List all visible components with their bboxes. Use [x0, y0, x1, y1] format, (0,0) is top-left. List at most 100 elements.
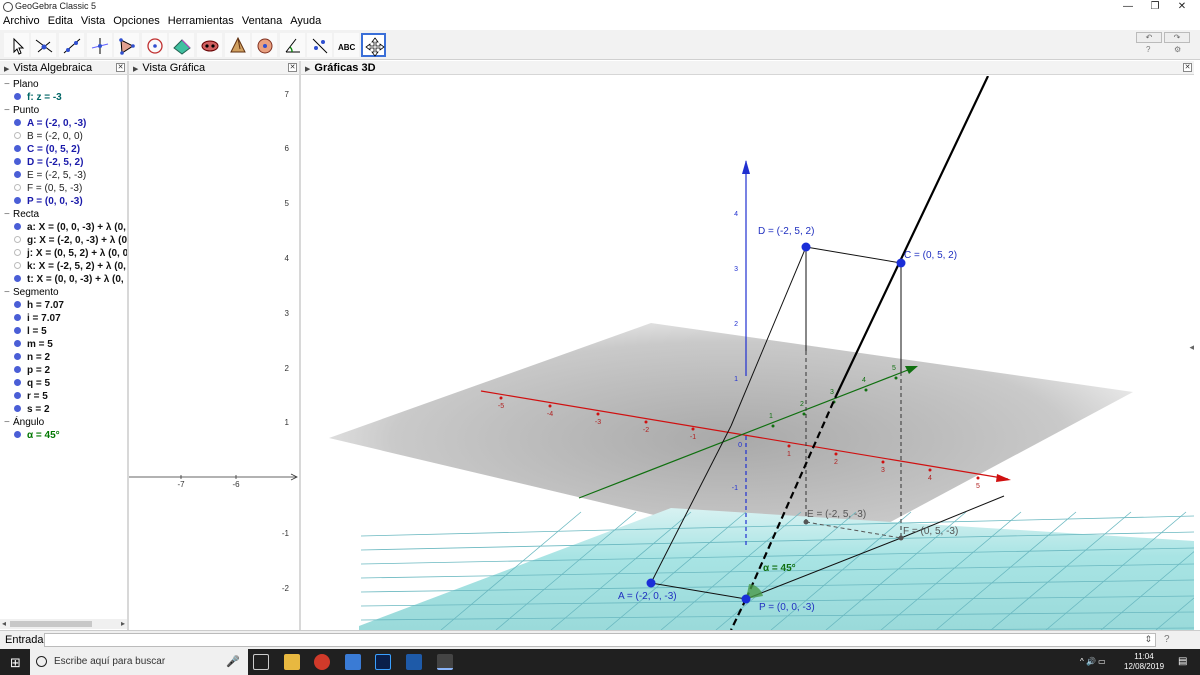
- menu-ventana[interactable]: Ventana: [239, 14, 284, 27]
- visibility-toggle-icon[interactable]: [14, 314, 21, 321]
- menu-opciones[interactable]: Opciones: [110, 14, 161, 27]
- chrome-icon[interactable]: [314, 654, 330, 670]
- collapse-minus-icon[interactable]: −: [4, 286, 13, 299]
- windows-start-icon[interactable]: ⊞: [10, 655, 21, 671]
- algebra-item[interactable]: n = 2: [14, 351, 50, 364]
- algebra-item[interactable]: r = 5: [14, 390, 48, 403]
- collapse-triangle-icon[interactable]: ▶: [305, 63, 310, 77]
- algebra-item[interactable]: a: X = (0, 0, -3) + λ (0,: [14, 221, 126, 234]
- polygon-tool-button[interactable]: [114, 33, 139, 57]
- algebra-item[interactable]: P = (0, 0, -3): [14, 195, 83, 208]
- collapse-minus-icon[interactable]: −: [4, 416, 13, 429]
- algebra-item[interactable]: α = 45°: [14, 429, 60, 442]
- visibility-toggle-icon[interactable]: [14, 145, 21, 152]
- algebra-item[interactable]: h = 7.07: [14, 299, 64, 312]
- algebra-item[interactable]: s = 2: [14, 403, 50, 416]
- perpendicular-tool-button[interactable]: [87, 33, 112, 57]
- algebra-item[interactable]: g: X = (-2, 0, -3) + λ (0: [14, 234, 127, 247]
- taskbar-search-box[interactable]: Escribe aquí para buscar 🎤: [30, 649, 248, 675]
- input-field[interactable]: ⇕: [44, 633, 1156, 647]
- algebra-item[interactable]: k: X = (-2, 5, 2) + λ (0,: [14, 260, 126, 273]
- line-tool-button[interactable]: [59, 33, 84, 57]
- close-graphics3d-view-button[interactable]: ✕: [1183, 63, 1192, 72]
- plane-tool-button[interactable]: [169, 33, 194, 57]
- notifications-icon[interactable]: ▤: [1178, 656, 1187, 667]
- input-expand-icon[interactable]: ⇕: [1144, 634, 1152, 645]
- visibility-toggle-icon[interactable]: [14, 262, 21, 269]
- redo-button[interactable]: ↷: [1164, 32, 1190, 43]
- move-tool-button[interactable]: [4, 33, 29, 57]
- menu-edita[interactable]: Edita: [45, 14, 75, 27]
- undo-button[interactable]: ↶: [1136, 32, 1162, 43]
- expand-sidebar-icon[interactable]: ◂: [1189, 342, 1194, 353]
- visibility-toggle-icon[interactable]: [14, 249, 21, 256]
- algebra-item[interactable]: i = 7.07: [14, 312, 61, 325]
- collapse-triangle-icon[interactable]: ▶: [133, 63, 138, 77]
- algebra-item[interactable]: p = 2: [14, 364, 50, 377]
- task-view-icon[interactable]: [253, 654, 269, 670]
- collapse-minus-icon[interactable]: −: [4, 78, 13, 91]
- algebra-item[interactable]: m = 5: [14, 338, 53, 351]
- menu-ayuda[interactable]: Ayuda: [287, 14, 323, 27]
- sphere-tool-button[interactable]: [252, 33, 277, 57]
- system-tray-icons[interactable]: ^ 🔊 ▭: [1080, 657, 1106, 666]
- photoshop-icon[interactable]: [375, 654, 391, 670]
- visibility-toggle-icon[interactable]: [14, 392, 21, 399]
- menu-archivo[interactable]: Archivo: [0, 14, 42, 27]
- settings-gear-icon[interactable]: ⚙: [1174, 45, 1181, 54]
- file-explorer-icon[interactable]: [284, 654, 300, 670]
- collapse-minus-icon[interactable]: −: [4, 104, 13, 117]
- math-app-icon[interactable]: [406, 654, 422, 670]
- visibility-toggle-icon[interactable]: [14, 366, 21, 373]
- visibility-toggle-icon[interactable]: [14, 379, 21, 386]
- algebra-category[interactable]: − Segmento: [4, 286, 59, 299]
- algebra-item[interactable]: f: z = -3: [14, 91, 62, 104]
- visibility-toggle-icon[interactable]: [14, 93, 21, 100]
- point-tool-button[interactable]: [31, 33, 56, 57]
- graphics-3d-view[interactable]: -5 -4 -3 -2 -1 1 2 3 4 5 1 2 3 4 5 4 3 2 1 -1 0 D = (-2, 5, 2…: [301, 76, 1194, 630]
- visibility-toggle-icon[interactable]: [14, 171, 21, 178]
- visibility-toggle-icon[interactable]: [14, 119, 21, 126]
- collapse-minus-icon[interactable]: −: [4, 208, 13, 221]
- visibility-toggle-icon[interactable]: [14, 340, 21, 347]
- algebra-item[interactable]: l = 5: [14, 325, 47, 338]
- algebra-category[interactable]: − Ángulo: [4, 416, 44, 429]
- input-help-icon[interactable]: ?: [1164, 634, 1170, 645]
- algebra-category[interactable]: − Recta: [4, 208, 39, 221]
- geogebra-taskbar-icon[interactable]: [437, 654, 453, 670]
- collapse-triangle-icon[interactable]: ▶: [4, 63, 9, 77]
- algebra-item[interactable]: D = (-2, 5, 2): [14, 156, 83, 169]
- algebra-item[interactable]: q = 5: [14, 377, 50, 390]
- algebra-item[interactable]: C = (0, 5, 2): [14, 143, 80, 156]
- visibility-toggle-icon[interactable]: [14, 301, 21, 308]
- visibility-toggle-icon[interactable]: [14, 184, 21, 191]
- algebra-horizontal-scrollbar[interactable]: ◂ ▸: [0, 619, 127, 629]
- graphics-view[interactable]: 7 6 5 4 3 2 1 -1 -2 -7 -6: [129, 76, 299, 630]
- text-tool-button[interactable]: ABC: [334, 33, 359, 57]
- algebra-item[interactable]: B = (-2, 0, 0): [14, 130, 83, 143]
- visibility-toggle-icon[interactable]: [14, 405, 21, 412]
- circle-tool-button[interactable]: [142, 33, 167, 57]
- reflect-tool-button[interactable]: [307, 33, 332, 57]
- close-graphics-view-button[interactable]: ✕: [288, 63, 297, 72]
- algebra-category[interactable]: − Plano: [4, 78, 39, 91]
- visibility-toggle-icon[interactable]: [14, 132, 21, 139]
- visibility-toggle-icon[interactable]: [14, 197, 21, 204]
- close-button[interactable]: ✕: [1164, 0, 1200, 14]
- visibility-toggle-icon[interactable]: [14, 275, 21, 282]
- menu-vista[interactable]: Vista: [78, 14, 107, 27]
- algebra-item[interactable]: t: X = (0, 0, -3) + λ (0, !: [14, 273, 127, 286]
- close-algebra-view-button[interactable]: ✕: [116, 63, 125, 72]
- visibility-toggle-icon[interactable]: [14, 327, 21, 334]
- intersect-tool-button[interactable]: [197, 33, 222, 57]
- help-icon[interactable]: ?: [1146, 45, 1150, 54]
- algebra-item[interactable]: A = (-2, 0, -3): [14, 117, 86, 130]
- visibility-toggle-icon[interactable]: [14, 158, 21, 165]
- algebra-category[interactable]: − Punto: [4, 104, 39, 117]
- menu-herramientas[interactable]: Herramientas: [165, 14, 236, 27]
- move-view-tool-button[interactable]: [361, 33, 386, 57]
- visibility-toggle-icon[interactable]: [14, 431, 21, 438]
- microphone-icon[interactable]: 🎤: [226, 649, 240, 675]
- visibility-toggle-icon[interactable]: [14, 353, 21, 360]
- visibility-toggle-icon[interactable]: [14, 223, 21, 230]
